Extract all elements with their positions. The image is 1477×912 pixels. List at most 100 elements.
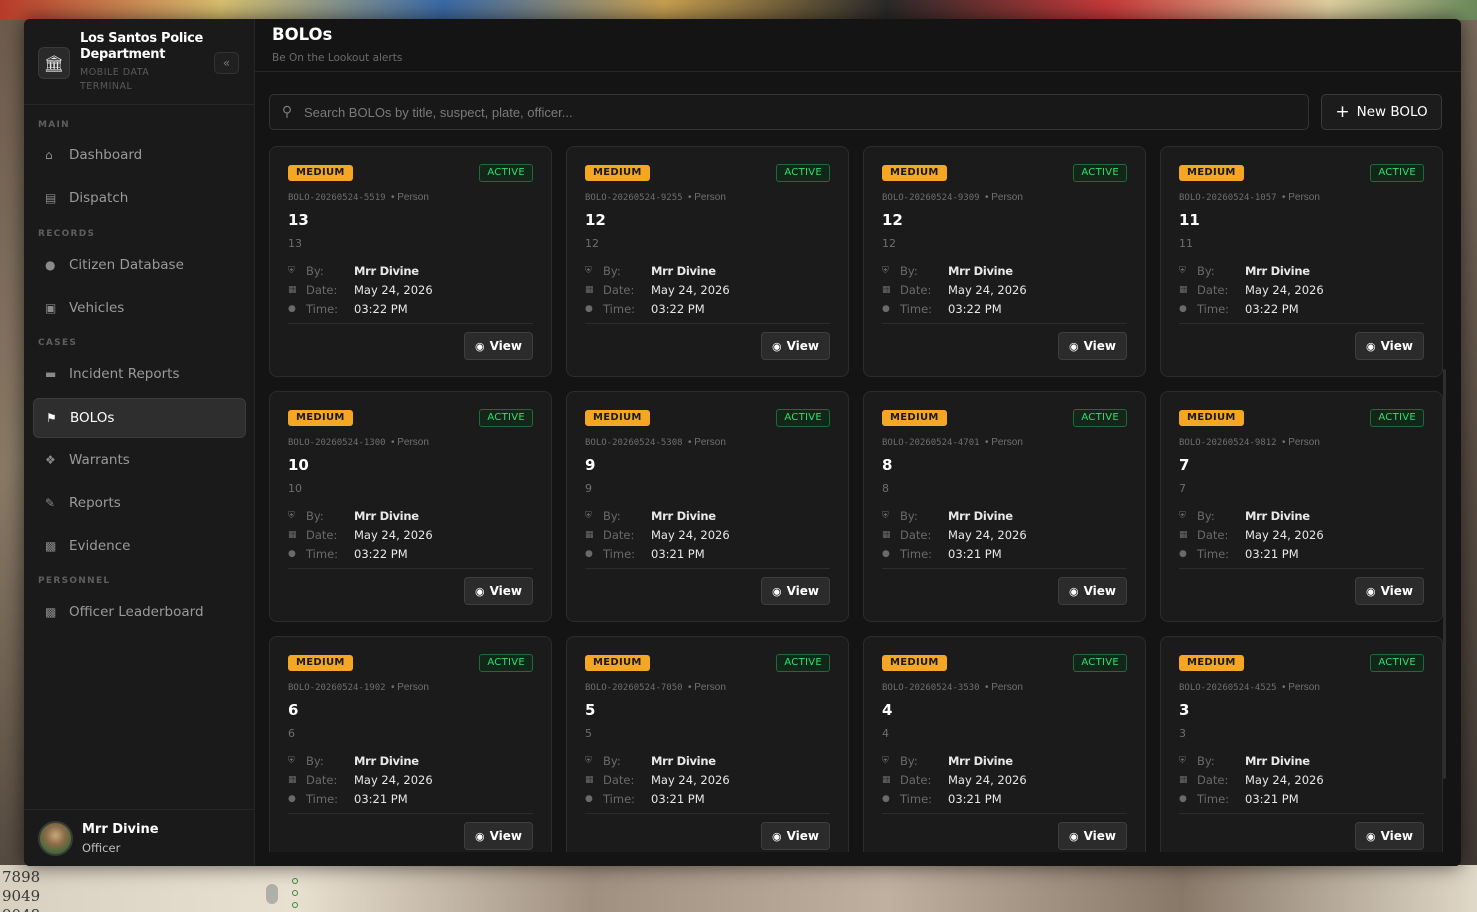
status-badge: ACTIVE [1073, 164, 1127, 182]
eye-icon: ◉ [1365, 584, 1376, 598]
bolo-title: 9 [585, 456, 596, 474]
status-dot-icon [292, 878, 298, 884]
view-button[interactable]: ◉ View [1058, 577, 1127, 605]
bank-building-icon: 🏛 [38, 47, 70, 79]
calendar-icon: ▦ [288, 775, 297, 785]
status-badge: ACTIVE [1073, 654, 1127, 672]
user-icon: ● [45, 258, 56, 272]
section-label-main: MAIN [38, 120, 71, 130]
background-game-bottom [0, 865, 1477, 912]
background-number: 9048 [2, 906, 40, 912]
brand-title: Los Santos Police Department [80, 31, 204, 62]
sidebar-item-reports[interactable]: ✎ Reports [33, 483, 246, 523]
view-button[interactable]: ◉ View [1355, 577, 1424, 605]
meta-label: Date: [306, 773, 338, 787]
meta-label: By: [900, 754, 918, 768]
bolo-card: MEDIUM ACTIVE BOLO-20260524-5519 • Perso… [269, 146, 552, 377]
officer-name: Mrr Divine [354, 754, 419, 768]
bolo-type-label: Person [1288, 437, 1320, 448]
view-button[interactable]: ◉ View [1058, 822, 1127, 850]
meta-label: By: [306, 509, 324, 523]
officer-name: Mrr Divine [651, 754, 716, 768]
status-badge: ACTIVE [1370, 654, 1424, 672]
view-button[interactable]: ◉ View [464, 577, 533, 605]
radio-icon: ▤ [45, 191, 57, 205]
view-button[interactable]: ◉ View [761, 822, 830, 850]
meta-label: By: [900, 509, 918, 523]
page-header: BOLOs Be On the Lookout alerts [255, 19, 1461, 72]
view-button[interactable]: ◉ View [761, 577, 830, 605]
bolo-type-label: Person [694, 437, 726, 448]
view-button[interactable]: ◉ View [761, 332, 830, 360]
bolo-description: 5 [585, 727, 592, 740]
eye-icon: ◉ [1068, 829, 1079, 843]
sidebar-item-dashboard[interactable]: ⌂ Dashboard [33, 135, 246, 175]
officer-name: Mrr Divine [651, 264, 716, 278]
bolo-date: May 24, 2026 [651, 773, 730, 787]
user-name: Mrr Divine [82, 822, 159, 837]
view-label: View [786, 339, 820, 353]
divider [288, 813, 533, 814]
search-input[interactable] [304, 104, 1284, 120]
view-label: View [489, 339, 523, 353]
bolo-title: 3 [1179, 701, 1190, 719]
sidebar-item-label: Dispatch [69, 190, 129, 206]
meta-label: By: [1197, 509, 1215, 523]
bolo-type-label: Person [1288, 192, 1320, 203]
sidebar-item-bolos[interactable]: ⚑ BOLOs [33, 398, 246, 438]
view-button[interactable]: ◉ View [464, 822, 533, 850]
bolo-type-label: Person [397, 682, 429, 693]
bolo-id: BOLO-20260524-5308 [585, 438, 683, 448]
sidebar-item-vehicles[interactable]: ▣ Vehicles [33, 288, 246, 328]
bolo-id: BOLO-20260524-9309 [882, 193, 980, 203]
sidebar-item-incident-reports[interactable]: ▬ Incident Reports [33, 354, 246, 394]
meta-date: ▦ Date: May 24, 2026 [288, 527, 433, 543]
shield-icon: ⛨ [1179, 511, 1186, 521]
bolo-title: 7 [1179, 456, 1190, 474]
bolo-type: • Person [1281, 192, 1320, 203]
sidebar-item-dispatch[interactable]: ▤ Dispatch [33, 178, 246, 218]
calendar-icon: ▦ [882, 775, 891, 785]
officer-name: Mrr Divine [948, 264, 1013, 278]
bolo-time: 03:22 PM [354, 547, 408, 561]
bolo-time: 03:21 PM [948, 792, 1002, 806]
sidebar-item-citizen-database[interactable]: ● Citizen Database [33, 245, 246, 285]
current-user[interactable]: Mrr Divine Officer [24, 809, 255, 866]
scrollbar[interactable] [1443, 369, 1446, 779]
bolo-card: MEDIUM ACTIVE BOLO-20260524-9309 • Perso… [863, 146, 1146, 377]
bolo-date: May 24, 2026 [354, 773, 433, 787]
section-label-cases: CASES [38, 338, 78, 348]
status-badge: ACTIVE [776, 409, 830, 427]
view-button[interactable]: ◉ View [1355, 822, 1424, 850]
meta-label: By: [603, 754, 621, 768]
status-badge: ACTIVE [1370, 409, 1424, 427]
meta-date: ▦ Date: May 24, 2026 [1179, 282, 1324, 298]
collapse-sidebar-button[interactable]: « [214, 52, 239, 74]
view-label: View [489, 829, 523, 843]
view-button[interactable]: ◉ View [1355, 332, 1424, 360]
eye-icon: ◉ [771, 339, 782, 353]
sidebar-item-officer-leaderboard[interactable]: ▩ Officer Leaderboard [33, 592, 246, 632]
view-button[interactable]: ◉ View [1058, 332, 1127, 360]
bolo-card: MEDIUM ACTIVE BOLO-20260524-4525 • Perso… [1160, 636, 1443, 852]
meta-by: ⛨ By: Mrr Divine [882, 753, 1013, 769]
bolo-reference: BOLO-20260524-4525 • Person [1179, 682, 1320, 693]
bolo-id: BOLO-20260524-3530 [882, 683, 980, 693]
bolo-type: • Person [687, 682, 726, 693]
status-dot-icon [292, 902, 298, 908]
meta-label: Time: [603, 547, 636, 561]
meta-date: ▦ Date: May 24, 2026 [1179, 527, 1324, 543]
view-button[interactable]: ◉ View [464, 332, 533, 360]
sidebar-item-label: Warrants [69, 452, 130, 468]
calendar-icon: ▦ [585, 530, 594, 540]
meta-by: ⛨ By: Mrr Divine [882, 508, 1013, 524]
sidebar-item-warrants[interactable]: ❖ Warrants [33, 440, 246, 480]
new-bolo-button[interactable]: + New BOLO [1321, 94, 1442, 130]
officer-name: Mrr Divine [1245, 754, 1310, 768]
bolo-date: May 24, 2026 [354, 528, 433, 542]
meta-label: Date: [603, 528, 635, 542]
bolo-card: MEDIUM ACTIVE BOLO-20260524-3530 • Perso… [863, 636, 1146, 852]
sidebar-item-evidence[interactable]: ▩ Evidence [33, 526, 246, 566]
meta-time: ● Time: 03:21 PM [882, 546, 1002, 562]
plus-icon: + [1335, 102, 1350, 122]
